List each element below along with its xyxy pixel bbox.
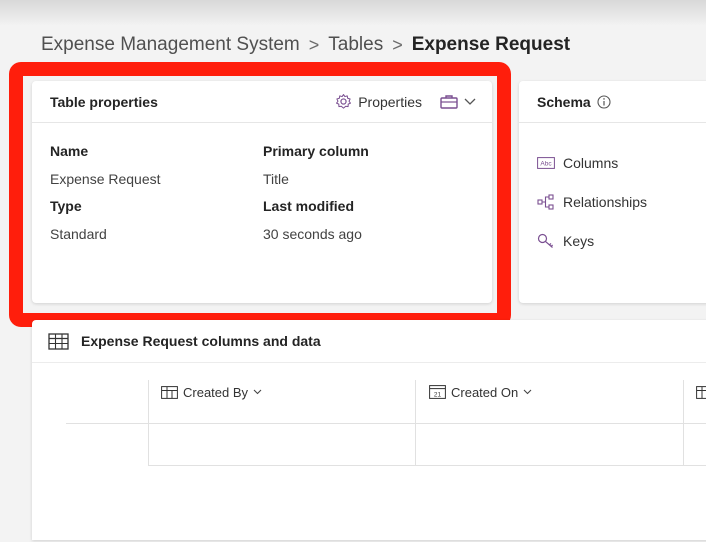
grid-line [66, 423, 706, 424]
text-column-icon: Abc [537, 156, 555, 169]
chevron-down-icon [253, 389, 262, 395]
breadcrumb-item-tables[interactable]: Tables [328, 34, 383, 56]
breadcrumb-item-system[interactable]: Expense Management System [41, 34, 300, 56]
column-header-created-by[interactable]: Created By [161, 362, 262, 422]
relationships-icon [537, 193, 554, 210]
chevron-down-icon [523, 389, 532, 395]
svg-text:Abc: Abc [540, 160, 552, 167]
info-icon[interactable] [597, 94, 611, 109]
lookup-column-icon [161, 385, 178, 399]
schema-card: Schema Abc Columns Relationships Keys [519, 81, 706, 303]
lookup-column-icon [696, 385, 706, 399]
data-grid: Created By 21 Created On [32, 362, 706, 542]
breadcrumb-separator-icon: > [392, 34, 403, 55]
schema-item-keys[interactable]: Keys [537, 221, 647, 260]
column-header-label: Created On [451, 384, 519, 400]
highlight-box [9, 62, 511, 327]
schema-item-label: Relationships [563, 193, 648, 210]
key-icon [537, 233, 554, 248]
schema-list: Abc Columns Relationships Keys [537, 143, 647, 260]
columns-data-card: Expense Request columns and data Created… [32, 320, 706, 540]
schema-item-label: Keys [563, 232, 595, 249]
svg-text:21: 21 [434, 392, 442, 399]
schema-title: Schema [537, 93, 591, 110]
breadcrumb: Expense Management System > Tables > Exp… [41, 34, 570, 56]
table-icon [48, 332, 69, 350]
columns-data-title: Expense Request columns and data [81, 333, 321, 349]
schema-item-label: Columns [563, 154, 619, 171]
column-header-partial[interactable] [696, 362, 706, 422]
breadcrumb-separator-icon: > [308, 34, 320, 55]
schema-item-columns[interactable]: Abc Columns [537, 143, 647, 182]
schema-header: Schema [519, 81, 706, 123]
schema-item-relationships[interactable]: Relationships [537, 182, 647, 221]
column-header-label: Created By [183, 384, 249, 400]
column-header-created-on[interactable]: 21 Created On [429, 362, 532, 422]
breadcrumb-item-current: Expense Request [411, 34, 571, 55]
top-shadow [0, 0, 706, 26]
columns-data-header: Expense Request columns and data [32, 320, 706, 363]
grid-line [148, 465, 706, 466]
calendar-icon: 21 [429, 385, 446, 399]
